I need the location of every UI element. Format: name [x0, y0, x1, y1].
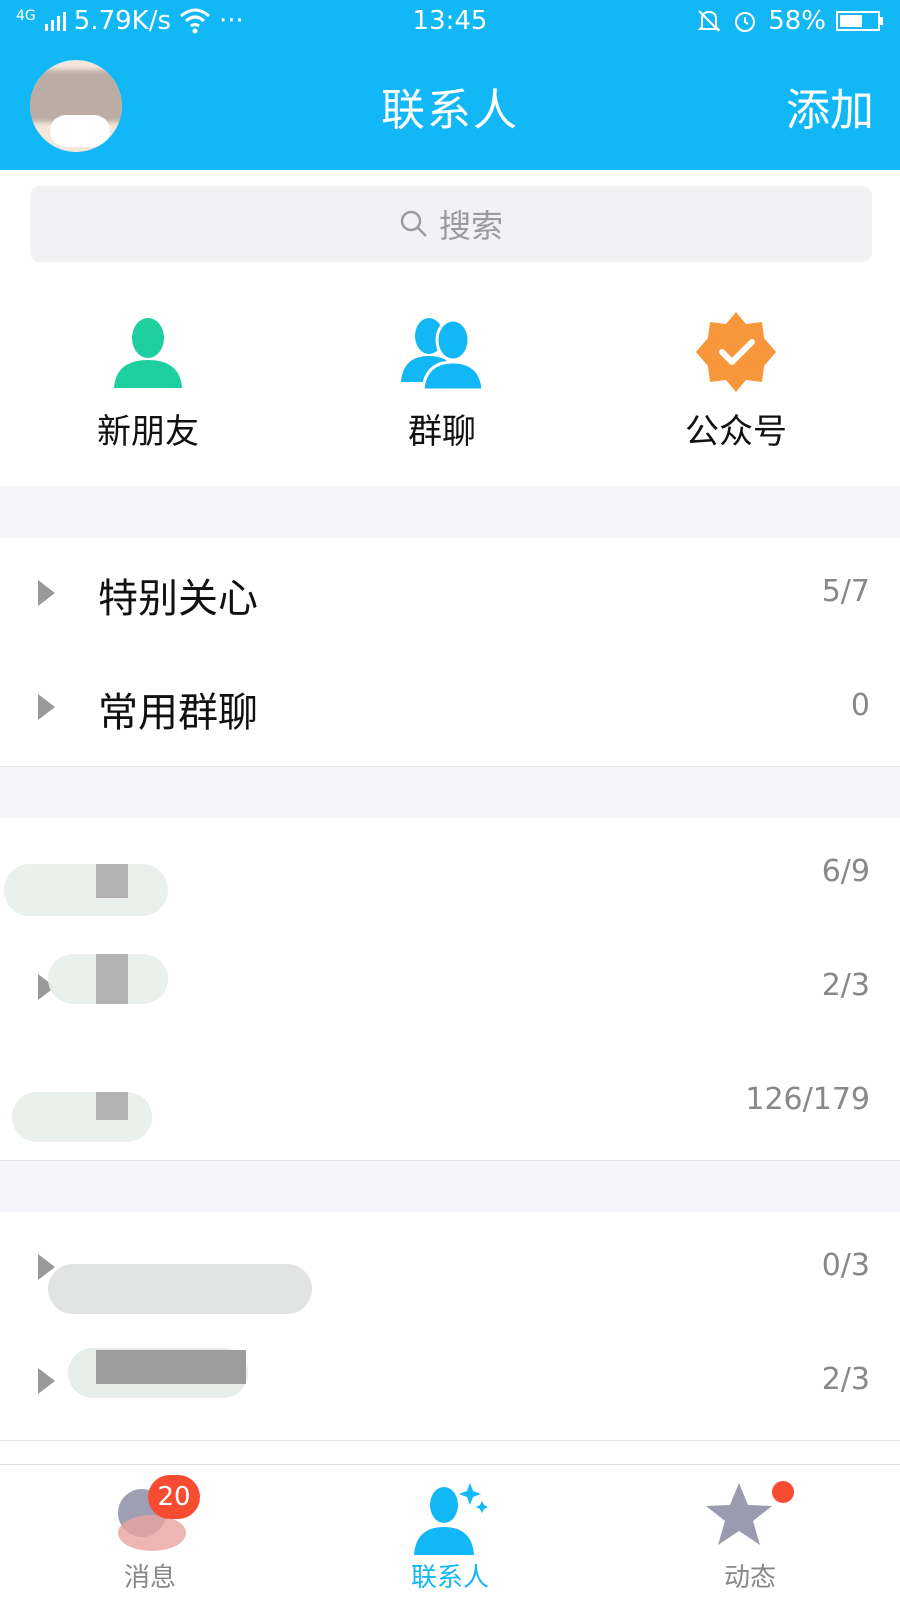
battery-percent: 58% [768, 6, 826, 36]
group-count: 2/3 [821, 968, 870, 1003]
group-row[interactable]: 0/3 [0, 1212, 900, 1327]
redacted-label [96, 1092, 128, 1120]
top-nav-bar: 联系人 添加 [0, 46, 900, 170]
group-chat-icon [401, 318, 485, 390]
new-friend-icon [114, 318, 182, 388]
group-row[interactable]: 6/9 [0, 818, 900, 933]
page-title: 联系人 [381, 85, 519, 136]
group-row[interactable]: 126/179 [0, 1046, 900, 1161]
contacts-icon [414, 1483, 488, 1555]
group-row-frequent-groups[interactable]: 常用群聊 0 [0, 652, 900, 767]
official-account-icon [696, 312, 776, 392]
tab-contacts[interactable]: 联系人 [300, 1465, 600, 1601]
expand-arrow-icon [38, 694, 55, 720]
section-divider [0, 766, 900, 818]
search-icon [400, 210, 427, 237]
tab-messages[interactable]: 20 消息 [0, 1465, 300, 1601]
new-friends-label: 新朋友 [97, 412, 199, 452]
search-bar[interactable]: 搜索 [30, 186, 872, 262]
tab-label: 动态 [723, 1563, 776, 1593]
section-divider [0, 1160, 900, 1212]
star-icon [706, 1483, 772, 1545]
tab-moments[interactable]: 动态 [600, 1465, 900, 1601]
mute-icon [697, 10, 721, 32]
redacted-label [4, 864, 168, 916]
group-count: 0 [850, 688, 870, 723]
group-count: 5/7 [821, 574, 870, 609]
expand-arrow-icon [38, 580, 55, 606]
search-placeholder: 搜索 [438, 207, 503, 245]
section-divider [0, 486, 900, 538]
group-name: 常用群聊 [98, 690, 258, 736]
group-count: 126/179 [745, 1082, 870, 1117]
add-button[interactable]: 添加 [786, 74, 874, 138]
bottom-tab-bar: 20 消息 联系人 动态 [0, 1464, 900, 1601]
battery-icon [836, 11, 883, 31]
expand-arrow-icon [38, 1368, 55, 1394]
official-accounts-label: 公众号 [685, 412, 787, 452]
new-friends-entry[interactable]: 新朋友 [48, 300, 248, 460]
group-count: 0/3 [821, 1248, 870, 1283]
group-chat-entry[interactable]: 群聊 [342, 300, 542, 460]
redacted-label [96, 1350, 246, 1384]
redacted-label [12, 1092, 152, 1142]
group-row[interactable]: 2/3 [0, 932, 900, 1047]
group-row-special-care[interactable]: 特别关心 5/7 [0, 538, 900, 653]
tab-label: 联系人 [410, 1563, 489, 1593]
status-bar: 4G 5.79K/s ··· 13:45 58% [0, 0, 900, 46]
new-activity-dot [772, 1481, 794, 1503]
tab-label: 消息 [123, 1563, 176, 1593]
alarm-icon [735, 12, 756, 32]
redacted-label [96, 864, 128, 898]
official-accounts-entry[interactable]: 公众号 [636, 300, 836, 460]
unread-badge: 20 [148, 1475, 200, 1519]
group-count: 6/9 [821, 854, 870, 889]
group-row[interactable]: 2/3 [0, 1326, 900, 1441]
group-count: 2/3 [821, 1362, 870, 1397]
redacted-label [48, 1264, 312, 1314]
redacted-label [96, 954, 128, 1004]
group-chat-label: 群聊 [408, 412, 476, 452]
group-name: 特别关心 [98, 576, 258, 622]
